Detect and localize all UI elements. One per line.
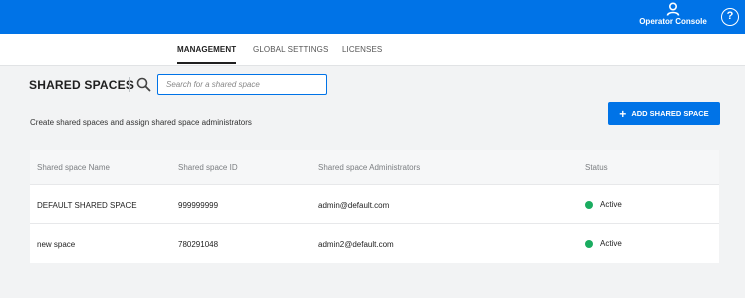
operator-console-button[interactable]: Operator Console (633, 2, 713, 30)
tab-bar: MANAGEMENT GLOBAL SETTINGS LICENSES (0, 34, 745, 66)
add-shared-space-button[interactable]: + ADD SHARED SPACE (608, 102, 720, 125)
status-text: Active (600, 239, 622, 248)
status-dot-icon (585, 239, 593, 248)
search-input[interactable] (157, 74, 327, 95)
column-header-admins[interactable]: Shared space Administrators (318, 163, 420, 172)
status-dot-icon (585, 200, 593, 209)
user-icon (666, 2, 680, 16)
status-cell: Active (585, 239, 622, 248)
title-divider (129, 77, 130, 92)
shared-space-name: new space (37, 240, 76, 249)
page-subtitle: Create shared spaces and assign shared s… (30, 118, 252, 127)
shared-space-id: 999999999 (178, 201, 219, 210)
status-text: Active (600, 200, 622, 209)
add-shared-space-label: ADD SHARED SPACE (631, 109, 709, 118)
shared-space-name: DEFAULT SHARED SPACE (37, 201, 137, 210)
help-icon[interactable]: ? (721, 8, 739, 26)
column-header-name[interactable]: Shared space Name (37, 163, 110, 172)
page-title: SHARED SPACES (29, 78, 135, 92)
top-bar: Operator Console ? (0, 0, 745, 34)
search-icon[interactable] (136, 77, 151, 92)
tab-licenses[interactable]: LICENSES (342, 45, 382, 54)
plus-icon: + (619, 106, 627, 121)
shared-space-admins: admin2@default.com (318, 240, 394, 249)
operator-console-label: Operator Console (639, 17, 707, 26)
status-cell: Active (585, 200, 622, 209)
column-header-id[interactable]: Shared space ID (178, 163, 238, 172)
shared-spaces-table: Shared space Name Shared space ID Shared… (30, 150, 719, 263)
shared-space-id: 780291048 (178, 240, 219, 249)
table-row[interactable]: DEFAULT SHARED SPACE 999999999 admin@def… (30, 186, 719, 224)
shared-space-admins: admin@default.com (318, 201, 390, 210)
tab-global-settings[interactable]: GLOBAL SETTINGS (253, 45, 328, 54)
column-header-status[interactable]: Status (585, 163, 608, 172)
table-header: Shared space Name Shared space ID Shared… (30, 150, 719, 185)
table-row[interactable]: new space 780291048 admin2@default.com A… (30, 225, 719, 263)
tab-management[interactable]: MANAGEMENT (177, 45, 237, 64)
